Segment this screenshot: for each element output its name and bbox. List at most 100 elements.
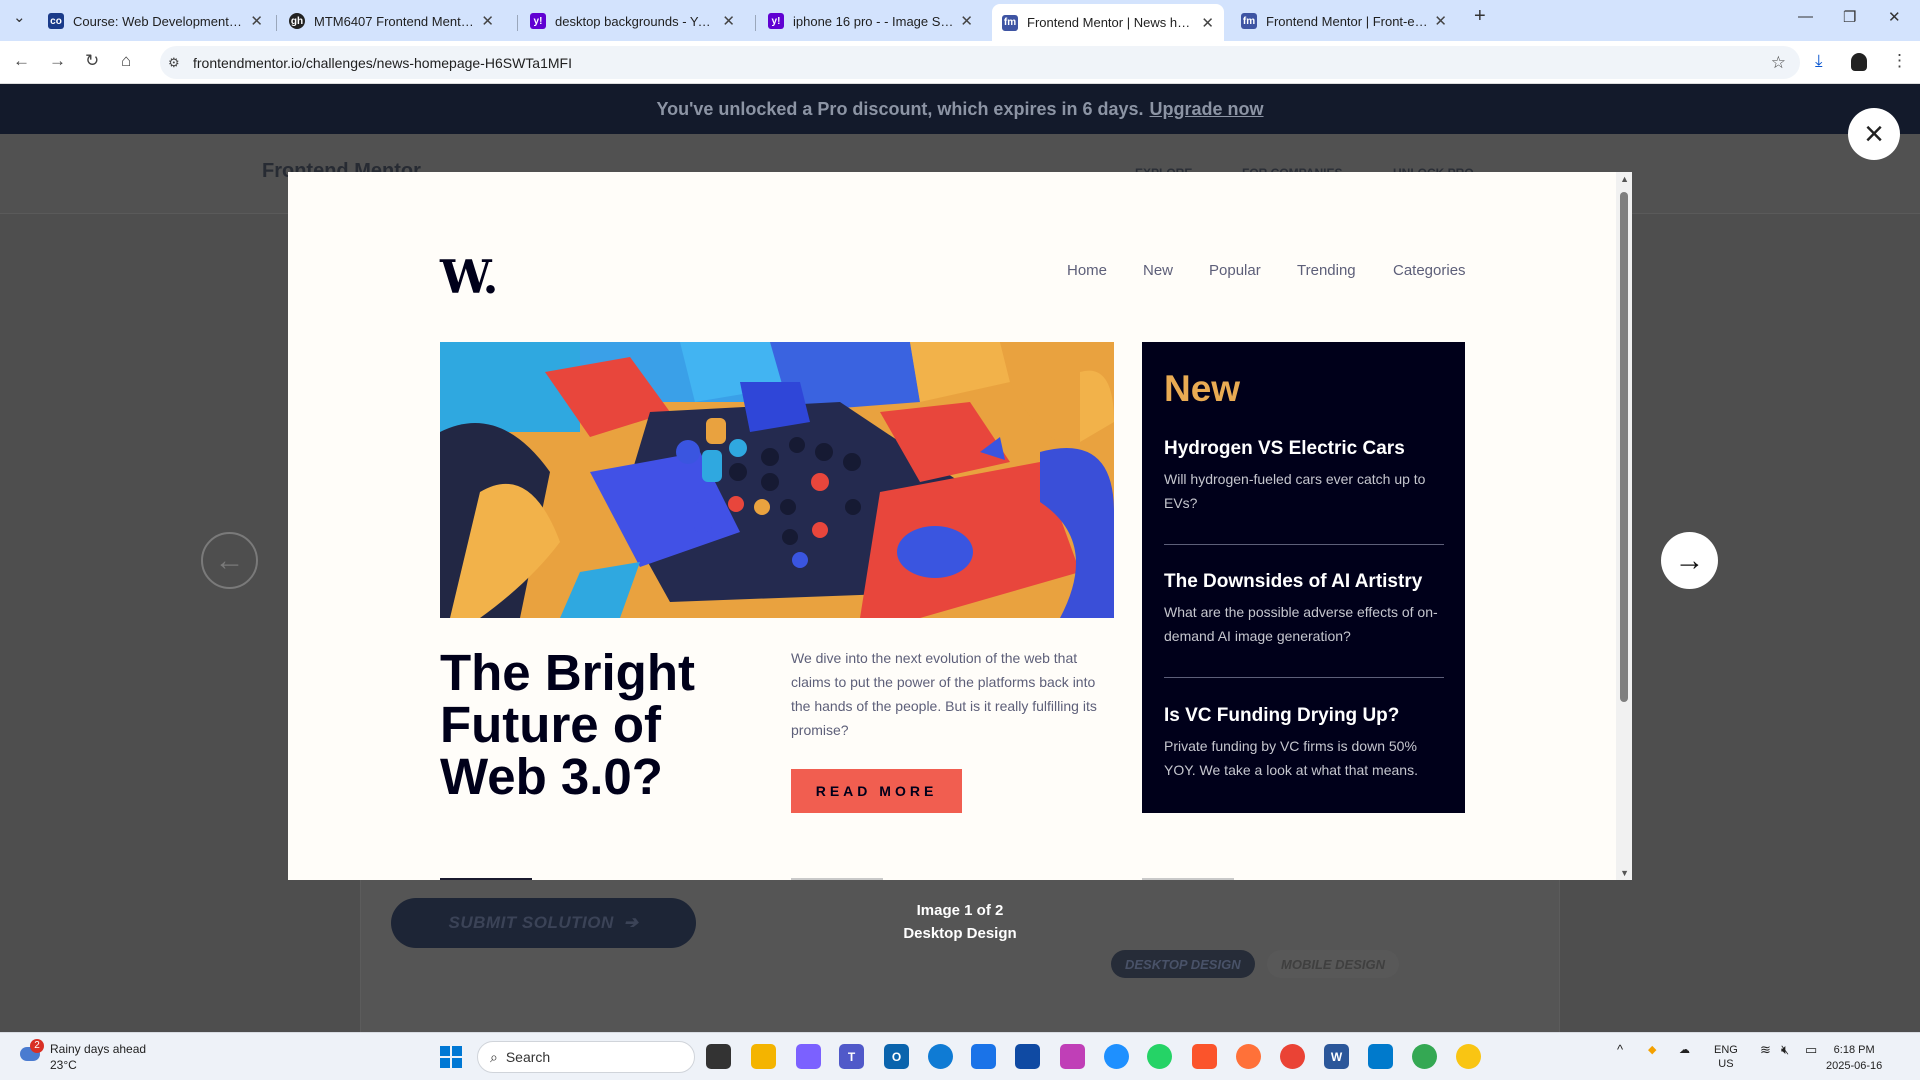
app-icon[interactable] xyxy=(1456,1044,1481,1069)
lightbox-close-button[interactable]: × xyxy=(1848,108,1900,160)
image-title: Desktop Design xyxy=(903,925,1017,942)
url-text: frontendmentor.io/challenges/news-homepa… xyxy=(193,54,572,71)
mobile-design-tab: MOBILE DESIGN xyxy=(1267,950,1400,978)
tab-close-icon[interactable]: ✕ xyxy=(722,12,735,30)
tab-frontend-mentor-news[interactable]: fm Frontend Mentor | News home ✕ xyxy=(992,4,1224,41)
arrow-left-icon: ← xyxy=(214,543,245,577)
hero-image-web3-blocks xyxy=(440,342,1114,618)
wifi-icon[interactable]: ≋ xyxy=(1760,1043,1771,1057)
tray-app-icon[interactable]: ◆ xyxy=(1648,1043,1656,1057)
language-indicator[interactable]: ENG US xyxy=(1714,1043,1738,1071)
chrome-active-icon[interactable] xyxy=(1280,1044,1305,1069)
scroll-up-icon[interactable]: ▲ xyxy=(1620,174,1629,184)
chrome-profile-icon[interactable] xyxy=(1412,1044,1437,1069)
tab-close-icon[interactable]: ✕ xyxy=(1201,14,1214,32)
tab-github[interactable]: gh MTM6407 Frontend Mentor Ch ✕ xyxy=(279,6,504,36)
vscode-icon[interactable] xyxy=(1368,1044,1393,1069)
tab-title: Frontend Mentor | Front-end c xyxy=(1266,13,1429,29)
lightbox-scrollbar[interactable]: ▲ ▼ xyxy=(1616,172,1632,880)
menu-kebab-icon[interactable]: ⋮ xyxy=(1891,51,1908,71)
tab-title: desktop backgrounds - Yahoo xyxy=(555,13,717,29)
submit-solution-button: SUBMIT SOLUTION ➔ xyxy=(391,898,696,948)
tab-close-icon[interactable]: ✕ xyxy=(250,12,263,30)
cut-off-thumbnail xyxy=(440,878,532,880)
tab-close-icon[interactable]: ✕ xyxy=(960,12,973,30)
lightbox-next-button[interactable]: → xyxy=(1661,532,1718,589)
arrow-right-icon: → xyxy=(1674,543,1705,577)
volume-muted-icon[interactable]: 🔇︎ xyxy=(1781,1043,1789,1057)
tab-search-chevron-icon[interactable]: ⌄ xyxy=(13,8,26,26)
word-icon[interactable]: W xyxy=(1324,1044,1349,1069)
home-icon[interactable]: ⌂ xyxy=(121,51,131,71)
new-item: Is VC Funding Drying Up? Private funding… xyxy=(1164,705,1444,782)
new-articles-panel: New Hydrogen VS Electric Cars Will hydro… xyxy=(1142,342,1465,813)
myhp-icon[interactable] xyxy=(971,1044,996,1069)
tab-title: iphone 16 pro - - Image Search xyxy=(793,13,955,29)
site-info-icon[interactable]: ⚙ xyxy=(168,55,180,71)
news-nav-home: Home xyxy=(1067,262,1108,279)
news-nav-trending: Trending xyxy=(1297,262,1356,279)
new-tab-icon[interactable]: + xyxy=(1474,5,1486,28)
firefox-icon[interactable] xyxy=(1236,1044,1261,1069)
scrollbar-thumb[interactable] xyxy=(1620,192,1628,702)
yahoo-favicon-icon: y! xyxy=(530,13,546,29)
tab-course[interactable]: co Course: Web Development IV, : ✕ xyxy=(38,6,273,36)
file-explorer-icon[interactable] xyxy=(751,1044,776,1069)
cut-off-thumbnail xyxy=(1142,878,1234,880)
close-icon: × xyxy=(1864,114,1884,153)
taskbar-search[interactable]: ⌕ Search xyxy=(477,1041,695,1073)
lightbox-image: W. Home New Popular Trending Categories xyxy=(288,172,1632,880)
tab-frontend-mentor[interactable]: fm Frontend Mentor | Front-end c ✕ xyxy=(1231,6,1457,36)
back-icon[interactable]: ← xyxy=(13,51,30,71)
store-icon[interactable] xyxy=(1015,1044,1040,1069)
clock-date: 2025-06-16 xyxy=(1826,1060,1883,1072)
article-headline: The Bright Future of Web 3.0? xyxy=(440,644,695,805)
lightbox-prev-button[interactable]: ← xyxy=(201,532,258,589)
read-more-button: READ MORE xyxy=(791,769,962,813)
article-lede: We dive into the next evolution of the w… xyxy=(791,650,1097,738)
new-item-divider xyxy=(1164,544,1444,545)
tab-close-icon[interactable]: ✕ xyxy=(1434,12,1447,30)
onedrive-tray-icon[interactable]: ☁ xyxy=(1679,1043,1690,1057)
brave-icon[interactable] xyxy=(1192,1044,1217,1069)
reload-icon[interactable]: ↻ xyxy=(85,51,99,71)
onedrive-icon[interactable] xyxy=(1104,1044,1129,1069)
new-item-title: Hydrogen VS Electric Cars xyxy=(1164,438,1405,459)
outlook-icon[interactable]: O xyxy=(884,1044,909,1069)
copilot-icon[interactable] xyxy=(796,1044,821,1069)
minimize-icon[interactable]: — xyxy=(1798,8,1813,25)
restore-icon[interactable]: ❐ xyxy=(1843,8,1856,26)
edge-icon[interactable] xyxy=(928,1044,953,1069)
tab-yahoo-iphone[interactable]: y! iphone 16 pro - - Image Search ✕ xyxy=(758,6,983,36)
teams-icon[interactable]: T xyxy=(839,1044,864,1069)
address-bar[interactable]: ⚙ frontendmentor.io/challenges/news-home… xyxy=(160,46,1800,79)
download-icon[interactable]: ⤓ xyxy=(1815,51,1823,71)
bookmark-star-icon[interactable]: ☆ xyxy=(1771,53,1786,73)
cut-off-thumbnail xyxy=(791,878,883,880)
tab-divider xyxy=(517,15,518,31)
lightbox-caption: Image 1 of 2 Desktop Design xyxy=(860,899,1060,945)
search-icon: ⌕ xyxy=(490,1048,498,1065)
profile-extension-icon[interactable] xyxy=(1851,53,1867,71)
system-clock[interactable]: 6:18 PM 2025-06-16 xyxy=(1826,1042,1882,1074)
upgrade-link[interactable]: Upgrade now xyxy=(1150,99,1264,120)
new-item-desc: Private funding by VC firms is down 50% … xyxy=(1164,738,1418,778)
tab-title: Course: Web Development IV, : xyxy=(73,13,245,29)
window-close-icon[interactable]: ✕ xyxy=(1888,8,1901,26)
weather-text: Rainy days ahead 23°C xyxy=(50,1041,146,1073)
windows-start-icon[interactable] xyxy=(440,1046,462,1068)
battery-icon[interactable]: ▭ xyxy=(1805,1043,1817,1057)
tab-close-icon[interactable]: ✕ xyxy=(481,12,494,30)
scroll-down-icon[interactable]: ▼ xyxy=(1620,868,1629,878)
yahoo-favicon-icon: y! xyxy=(768,13,784,29)
m365-icon[interactable] xyxy=(1060,1044,1085,1069)
tab-yahoo-backgrounds[interactable]: y! desktop backgrounds - Yahoo ✕ xyxy=(520,6,745,36)
new-item-title: The Downsides of AI Artistry xyxy=(1164,571,1423,592)
taskbar-search-label: Search xyxy=(505,1049,551,1065)
forward-icon[interactable]: → xyxy=(49,51,66,71)
whatsapp-icon[interactable] xyxy=(1147,1044,1172,1069)
task-view-icon[interactable] xyxy=(706,1044,731,1069)
weather-badge: 2 xyxy=(30,1039,44,1053)
tray-overflow-icon[interactable]: ^ xyxy=(1617,1043,1623,1057)
lang-primary: ENG xyxy=(1714,1044,1738,1056)
